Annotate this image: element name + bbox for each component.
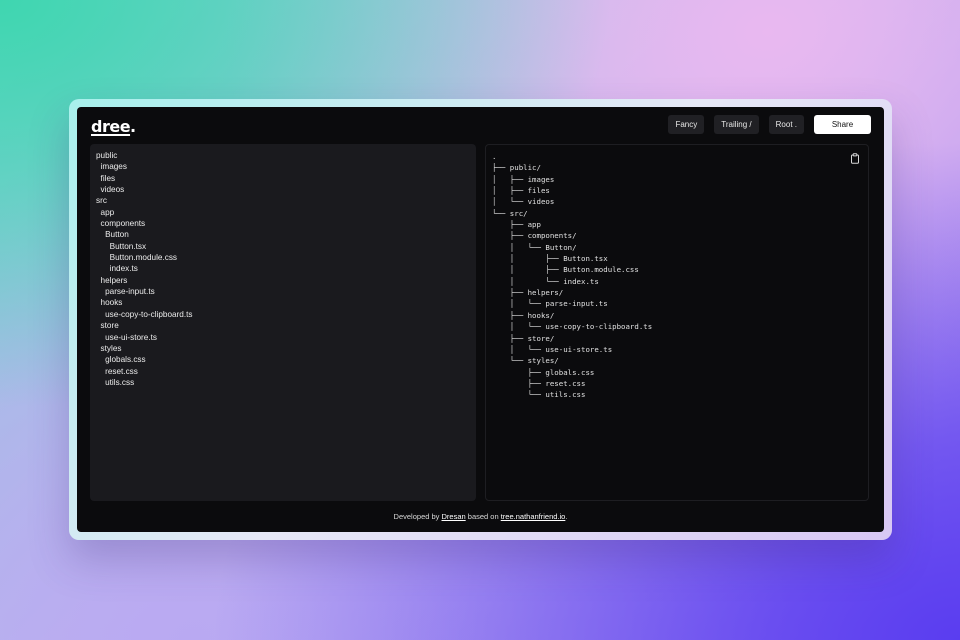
logo-text: dree	[91, 117, 131, 136]
input-line: use-copy-to-clipboard.ts	[96, 309, 193, 319]
tree-line: ├── app	[492, 220, 541, 230]
input-line: Button.module.css	[96, 253, 178, 263]
tree-output: . ├── public/│ ├── images │ ├── files │ └──…	[492, 151, 862, 401]
tree-line: ├── store/	[492, 333, 555, 343]
app-window: dree. Fancy Trailing / Root . Share publ…	[77, 107, 884, 532]
clipboard-icon[interactable]	[850, 153, 860, 164]
input-line: globals.css	[96, 355, 146, 365]
tree-line: │ ├── Button.tsx	[492, 254, 608, 264]
tree-line: └── styles/	[492, 356, 559, 366]
input-line: utils.css	[96, 377, 135, 387]
tree-line: ├── helpers/	[492, 288, 564, 298]
input-line: public	[96, 151, 118, 160]
input-line: helpers	[96, 275, 128, 285]
input-line: hooks	[96, 298, 123, 308]
input-line: parse-input.ts	[96, 287, 155, 297]
tree-line: ├── globals.css	[492, 367, 595, 377]
footer-suffix: .	[565, 512, 568, 521]
tree-line: └── utils.css	[492, 390, 586, 400]
input-line: store	[96, 321, 119, 331]
tree-line: ├── hooks/	[492, 310, 555, 320]
input-lines: public images files videos src app compon…	[96, 150, 470, 388]
toolbar: Fancy Trailing / Root . Share	[668, 115, 871, 134]
input-line: components	[96, 219, 146, 229]
input-line: app	[96, 207, 115, 217]
tree-line: ├── components/	[492, 231, 577, 241]
tree-line: .	[492, 152, 497, 161]
tree-line: ├── reset.css	[492, 378, 586, 388]
input-line: videos	[96, 185, 125, 195]
tree-line: │ ├── Button.module.css	[492, 265, 639, 275]
share-button[interactable]: Share	[814, 115, 871, 134]
trailing-slash-toggle-button[interactable]: Trailing /	[714, 115, 759, 134]
tree-line: │ └── index.ts	[492, 276, 599, 286]
tree-line: │ └── use-copy-to-clipboard.ts	[492, 322, 653, 332]
tree-line: │ └── videos	[492, 197, 555, 207]
tree-input-editor[interactable]: public images files videos src app compon…	[90, 144, 476, 501]
footer-middle: based on	[465, 512, 501, 521]
tree-output-panel: . ├── public/│ ├── images │ ├── files │ └──…	[485, 144, 869, 501]
tree-line: │ └── use-ui-store.ts	[492, 344, 613, 354]
tree-line: │ └── parse-input.ts	[492, 299, 608, 309]
input-line: styles	[96, 343, 122, 353]
logo-dot: .	[130, 117, 136, 136]
author-link[interactable]: Dresan	[442, 512, 466, 521]
logo[interactable]: dree.	[91, 117, 136, 136]
tree-line: │ ├── images	[492, 174, 555, 184]
tree-line: └── src/	[492, 208, 528, 218]
tree-line: │ └── Button/	[492, 242, 577, 252]
fancy-toggle-button[interactable]: Fancy	[668, 115, 705, 134]
input-line: reset.css	[96, 366, 138, 376]
input-line: Button.tsx	[96, 241, 147, 251]
input-line: index.ts	[96, 264, 138, 274]
input-line: Button	[96, 230, 129, 240]
root-dot-toggle-button[interactable]: Root .	[768, 115, 804, 134]
input-line: images	[96, 162, 127, 172]
source-link[interactable]: tree.nathanfriend.io	[501, 512, 566, 521]
footer-prefix: Developed by	[393, 512, 442, 521]
tree-line: ├── public/	[492, 163, 541, 173]
tree-line: │ ├── files	[492, 186, 550, 196]
input-line: src	[96, 196, 107, 206]
footer: Developed by Dresan based on tree.nathan…	[77, 512, 884, 521]
app-frame: dree. Fancy Trailing / Root . Share publ…	[69, 99, 892, 540]
input-line: use-ui-store.ts	[96, 332, 157, 342]
input-line: files	[96, 173, 116, 183]
